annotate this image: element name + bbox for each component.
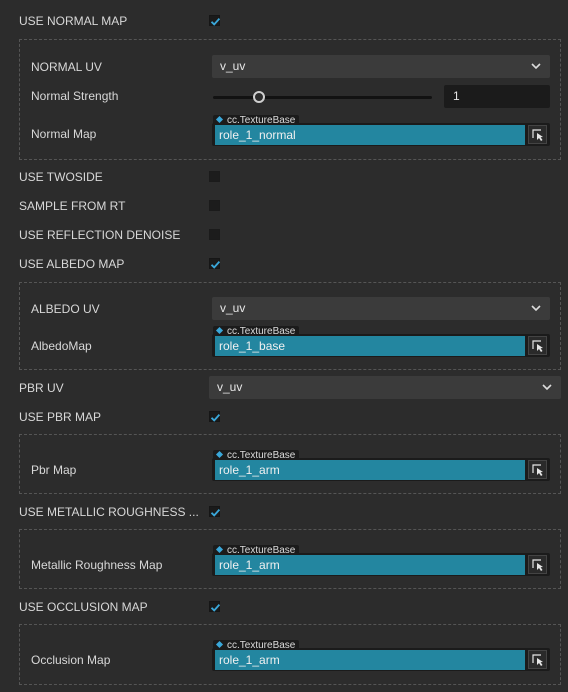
- asset-picker-icon: [532, 559, 543, 571]
- normal-strength-input[interactable]: 1: [444, 85, 550, 108]
- asset-type-icon: [215, 115, 224, 124]
- use-twoside-checkbox[interactable]: [209, 171, 220, 182]
- use-albedo-map-label: USE ALBEDO MAP: [19, 257, 125, 271]
- use-reflection-denoise-checkbox[interactable]: [209, 229, 220, 240]
- check-icon: [210, 603, 221, 612]
- use-twoside-label: USE TWOSIDE: [19, 170, 103, 184]
- pbr-map-asset-field[interactable]: role_1_arm: [212, 458, 550, 481]
- use-pbr-map-label: USE PBR MAP: [19, 410, 102, 424]
- use-occlusion-map-label: USE OCCLUSION MAP: [19, 600, 148, 614]
- sample-from-rt-label: SAMPLE FROM RT: [19, 199, 126, 213]
- pbr-uv-value: v_uv: [217, 380, 243, 394]
- occlusion-map-asset-field[interactable]: role_1_arm: [212, 648, 550, 671]
- metallic-roughness-map-asset-field[interactable]: role_1_arm: [212, 553, 550, 576]
- asset-type-icon: [215, 640, 224, 649]
- use-occlusion-map-checkbox[interactable]: [209, 601, 221, 612]
- asset-picker-icon: [532, 654, 543, 666]
- albedo-uv-select[interactable]: v_uv: [212, 297, 550, 320]
- asset-type-icon: [215, 545, 224, 554]
- normal-uv-label: NORMAL UV: [31, 60, 102, 74]
- chevron-down-icon: [531, 305, 541, 312]
- check-icon: [210, 508, 221, 517]
- metallic-roughness-map-picker-button[interactable]: [528, 555, 547, 574]
- albedo-uv-value: v_uv: [220, 301, 246, 315]
- use-normal-map-checkbox[interactable]: [209, 15, 221, 26]
- use-pbr-map-checkbox[interactable]: [209, 411, 221, 422]
- asset-type-icon: [215, 326, 224, 335]
- albedo-map-picker-button[interactable]: [528, 336, 547, 355]
- check-icon: [210, 260, 221, 269]
- albedo-map-asset-field[interactable]: role_1_base: [212, 334, 550, 357]
- chevron-down-icon: [531, 63, 541, 70]
- normal-map-picker-button[interactable]: [528, 125, 547, 144]
- normal-strength-label: Normal Strength: [31, 89, 119, 103]
- normal-uv-select[interactable]: v_uv: [212, 55, 550, 78]
- albedo-map-label: AlbedoMap: [31, 339, 92, 353]
- use-metallic-roughness-checkbox[interactable]: [209, 506, 221, 517]
- chevron-down-icon: [542, 384, 552, 391]
- normal-strength-value: 1: [453, 89, 460, 103]
- normal-uv-value: v_uv: [220, 59, 246, 73]
- pbr-map-value[interactable]: role_1_arm: [215, 460, 525, 480]
- use-normal-map-label: USE NORMAL MAP: [19, 14, 128, 28]
- asset-type-icon: [215, 450, 224, 459]
- metallic-roughness-map-label: Metallic Roughness Map: [31, 558, 163, 572]
- occlusion-map-picker-button[interactable]: [528, 650, 547, 669]
- normal-strength-slider-track[interactable]: [213, 96, 432, 99]
- normal-strength-slider-handle[interactable]: [253, 91, 265, 103]
- use-metallic-roughness-label: USE METALLIC ROUGHNESS ...: [19, 505, 199, 519]
- use-reflection-denoise-label: USE REFLECTION DENOISE: [19, 228, 181, 242]
- pbr-uv-label: PBR UV: [19, 381, 64, 395]
- albedo-map-value[interactable]: role_1_base: [215, 336, 525, 356]
- metallic-roughness-map-value[interactable]: role_1_arm: [215, 555, 525, 575]
- pbr-map-label: Pbr Map: [31, 463, 77, 477]
- occlusion-map-value[interactable]: role_1_arm: [215, 650, 525, 670]
- normal-map-value[interactable]: role_1_normal: [215, 125, 525, 145]
- normal-map-asset-field[interactable]: role_1_normal: [212, 123, 550, 146]
- asset-picker-icon: [532, 129, 543, 141]
- asset-picker-icon: [532, 340, 543, 352]
- sample-from-rt-checkbox[interactable]: [209, 200, 220, 211]
- check-icon: [210, 413, 221, 422]
- normal-map-label: Normal Map: [31, 127, 97, 141]
- asset-picker-icon: [532, 464, 543, 476]
- check-icon: [210, 17, 221, 26]
- use-albedo-map-checkbox[interactable]: [209, 258, 221, 269]
- albedo-uv-label: ALBEDO UV: [31, 302, 100, 316]
- pbr-uv-select[interactable]: v_uv: [209, 376, 561, 399]
- pbr-map-picker-button[interactable]: [528, 460, 547, 479]
- occlusion-map-label: Occlusion Map: [31, 653, 111, 667]
